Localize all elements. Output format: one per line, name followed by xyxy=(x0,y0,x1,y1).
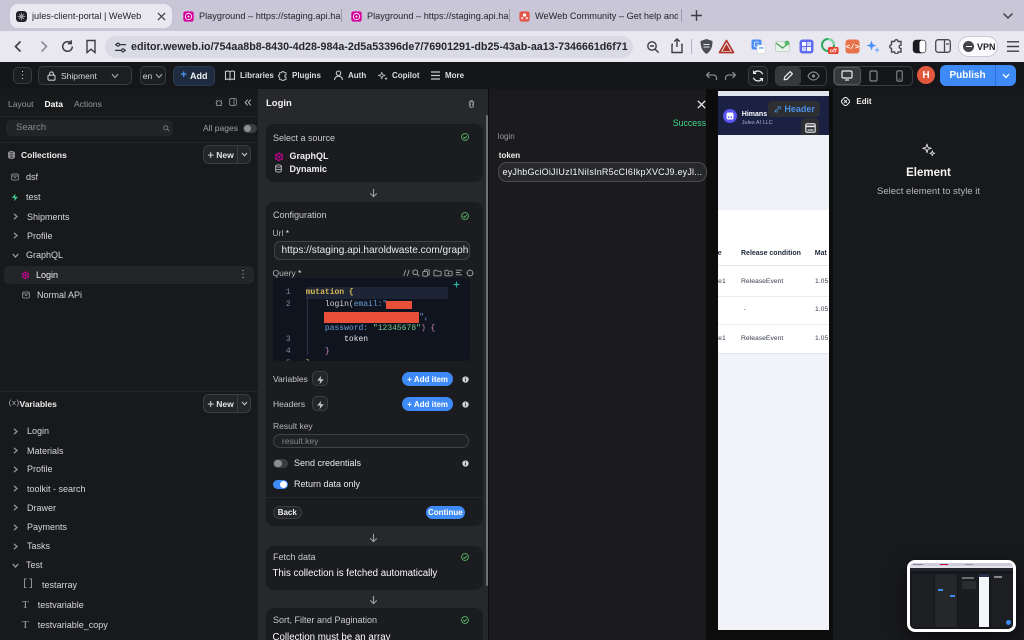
svg-text:off: off xyxy=(830,49,837,55)
svg-text:</>: </> xyxy=(846,44,860,52)
